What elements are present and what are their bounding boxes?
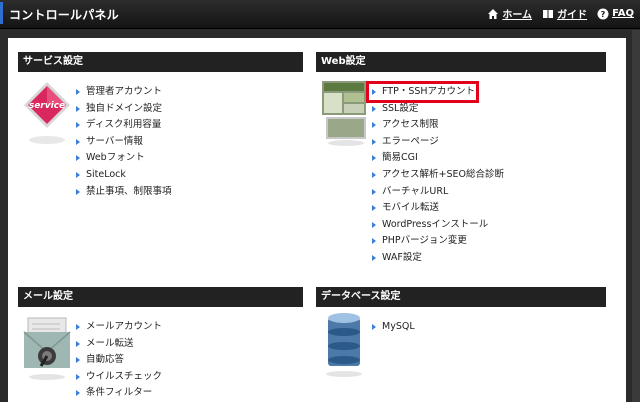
book-icon [543,9,554,18]
link-virtual-url[interactable]: バーチャルURL [372,184,504,201]
link-restrictions[interactable]: 禁止事項、制限事項 [76,184,172,201]
service-links: 管理者アカウント 独自ドメイン設定 ディスク利用容量 サーバー情報 Webフォン… [76,84,172,200]
svg-text:?: ? [601,10,606,19]
home-link[interactable]: ホーム [487,6,532,21]
link-error-page[interactable]: エラーページ [372,134,504,151]
mail-section-header: メール設定 [18,287,303,307]
top-bar: コントロールパネル ホーム ガイド ? FAQ [0,0,640,29]
service-section-header: サービス設定 [18,52,303,72]
database-icon [320,312,370,382]
link-admin-account[interactable]: 管理者アカウント [76,84,172,101]
link-mobile-forward[interactable]: モバイル転送 [372,200,504,217]
guide-link[interactable]: ガイド [542,6,587,21]
service-icon: service [22,80,72,150]
guide-link-label: ガイド [557,10,588,21]
link-server-info[interactable]: サーバー情報 [76,134,172,151]
help-icon: ? [597,8,609,19]
mail-links: メールアカウント メール転送 自動応答 ウイルスチェック 条件フィルター [76,319,162,402]
content-panel: サービス設定 service 管理者アカウント 独自ドメイン設定 ディスク利用容… [8,38,626,402]
link-access-restriction[interactable]: アクセス制限 [372,117,504,134]
mail-icon [22,314,72,384]
web-section-header: Web設定 [316,52,606,72]
page-title: コントロールパネル [9,8,119,22]
web-links: FTP・SSHアカウント SSL設定 アクセス制限 エラーページ 簡易CGI ア… [372,84,504,267]
scrollbar[interactable] [632,30,640,402]
link-domain-settings[interactable]: 独自ドメイン設定 [76,101,172,118]
highlight-box [366,81,479,103]
link-mysql[interactable]: MySQL [372,319,415,336]
link-wordpress-install[interactable]: WordPressインストール [372,217,504,234]
link-disk-usage[interactable]: ディスク利用容量 [76,117,172,134]
faq-link-label: FAQ [612,8,634,19]
link-sitelock[interactable]: SiteLock [76,167,172,184]
link-mail-account[interactable]: メールアカウント [76,319,162,336]
faq-link[interactable]: ? FAQ [597,6,634,21]
database-links: MySQL [372,319,415,336]
link-php-version[interactable]: PHPバージョン変更 [372,233,504,250]
link-waf-settings[interactable]: WAF設定 [372,250,504,267]
home-icon [488,8,499,19]
top-links: ホーム ガイド ? FAQ [487,6,634,21]
link-simple-cgi[interactable]: 簡易CGI [372,150,504,167]
link-filter[interactable]: 条件フィルター [76,385,162,402]
link-web-font[interactable]: Webフォント [76,150,172,167]
title-accent [0,2,3,24]
service-icon-text: service [29,101,65,111]
link-access-analytics-seo[interactable]: アクセス解析+SEO総合診断 [372,167,504,184]
database-section-header: データベース設定 [316,287,606,307]
link-virus-check[interactable]: ウイルスチェック [76,369,162,386]
web-settings-icon [320,78,370,148]
home-link-label: ホーム [502,10,533,21]
link-mail-forward[interactable]: メール転送 [76,336,162,353]
link-ssl-settings[interactable]: SSL設定 [372,101,504,118]
link-auto-reply[interactable]: 自動応答 [76,352,162,369]
